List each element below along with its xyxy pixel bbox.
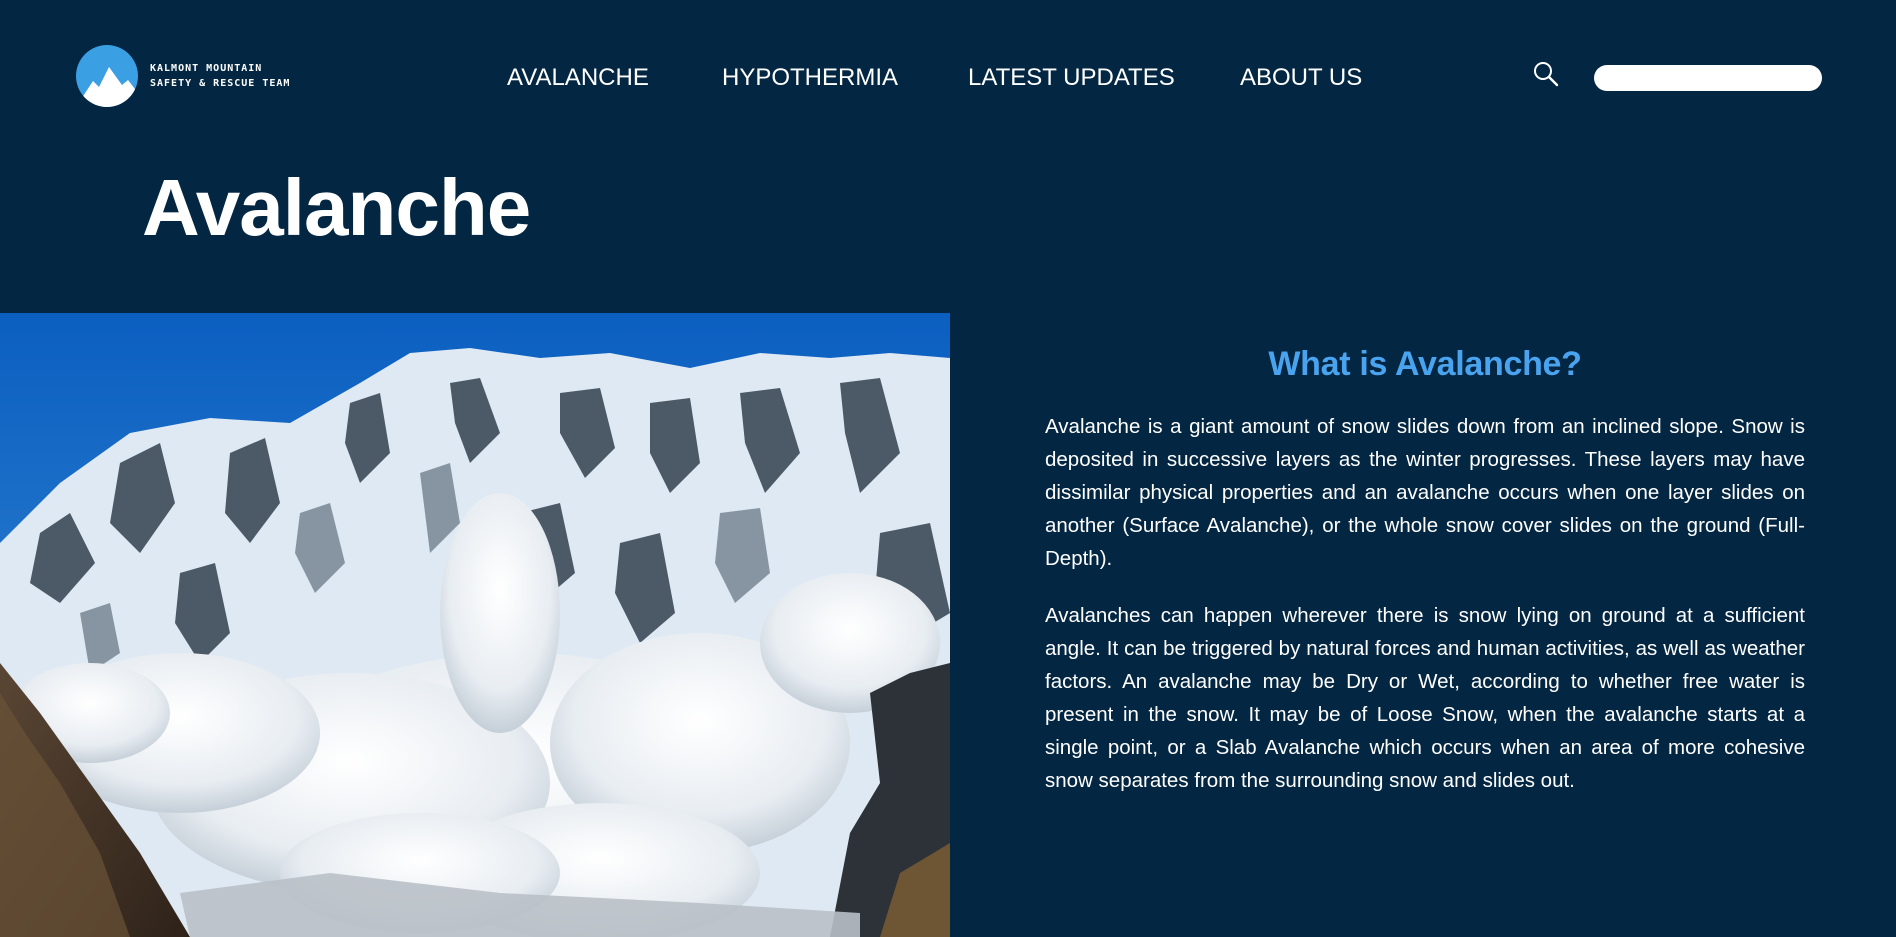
nav-avalanche[interactable]: AVALANCHE — [507, 60, 649, 96]
page-title: Avalanche — [142, 163, 531, 252]
site-header: KALMONT MOUNTAIN SAFETY & RESCUE TEAM AV… — [0, 0, 1896, 150]
article: What is Avalanche? Avalanche is a giant … — [1045, 334, 1805, 797]
nav-latest-updates[interactable]: LATEST UPDATES — [968, 60, 1175, 96]
avalanche-photo — [0, 313, 950, 937]
article-paragraph: Avalanches can happen wherever there is … — [1045, 604, 1805, 792]
brand-name: KALMONT MOUNTAIN SAFETY & RESCUE TEAM — [150, 61, 290, 91]
article-heading: What is Avalanche? — [1268, 345, 1582, 383]
nav-hypothermia[interactable]: HYPOTHERMIA — [722, 60, 898, 96]
brand-logo[interactable]: KALMONT MOUNTAIN SAFETY & RESCUE TEAM — [76, 44, 290, 108]
avalanche-hero-image — [0, 313, 950, 937]
search-input[interactable] — [1594, 65, 1822, 91]
mountain-logo-icon — [76, 45, 138, 107]
article-paragraph: Avalanche is a giant amount of snow slid… — [1045, 415, 1805, 570]
brand-line-1: KALMONT MOUNTAIN — [150, 63, 263, 74]
nav-about-us[interactable]: ABOUT US — [1240, 60, 1362, 96]
brand-line-2: SAFETY & RESCUE TEAM — [150, 78, 291, 89]
search-icon[interactable] — [1531, 59, 1561, 89]
